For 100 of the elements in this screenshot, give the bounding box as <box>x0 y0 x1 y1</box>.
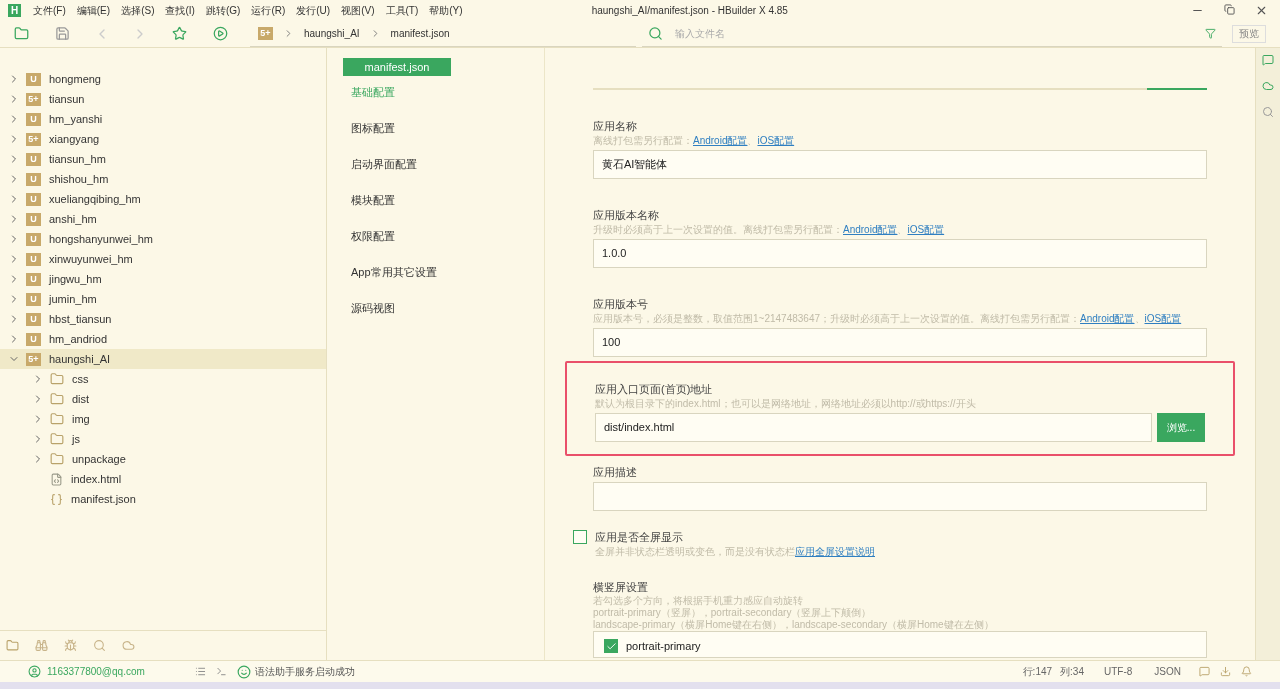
checkbox[interactable] <box>604 639 618 653</box>
tree-item[interactable]: U hbst_tiansun <box>0 309 326 329</box>
field-label: 应用描述 <box>593 465 638 480</box>
field-label: 应用名称 <box>593 119 638 134</box>
language-label[interactable]: JSON <box>1154 664 1181 679</box>
cloud-icon[interactable] <box>1262 80 1274 92</box>
section-link[interactable]: 权限配置 <box>351 228 544 245</box>
smile-icon <box>236 664 251 679</box>
tree-item[interactable]: index.html <box>0 469 326 489</box>
code-file-icon <box>50 472 63 486</box>
section-link[interactable]: 模块配置 <box>351 192 544 209</box>
app-logo: H <box>8 3 21 17</box>
project-badge: 5+ <box>26 92 41 106</box>
menu-item[interactable]: 视图(V) <box>341 2 375 18</box>
input-field[interactable]: 1.0.0 <box>593 239 1207 268</box>
section-link[interactable]: App常用其它设置 <box>351 264 544 281</box>
tree-item[interactable]: U jumin_hm <box>0 289 326 309</box>
list-icon[interactable] <box>194 666 206 677</box>
input-field[interactable]: 黄石AI智能体 <box>593 150 1207 179</box>
filter-icon[interactable] <box>1205 27 1216 39</box>
checkbox[interactable] <box>573 530 587 544</box>
save-icon[interactable] <box>55 26 70 41</box>
tree-item[interactable]: 5+ xiangyang <box>0 129 326 149</box>
project-badge: U <box>26 152 41 166</box>
tree-item[interactable]: unpackage <box>0 449 326 469</box>
window-title: haungshi_AI/manifest.json - HBuilder X 4.85 <box>591 3 788 18</box>
input-field[interactable]: dist/index.html <box>595 413 1152 442</box>
project-badge: 5+ <box>258 26 273 40</box>
project-badge: 5+ <box>26 352 41 366</box>
link[interactable]: Android配置 <box>843 224 898 235</box>
tree-item[interactable]: manifest.json <box>0 489 326 509</box>
cursor-column: 列:34 <box>1060 664 1084 679</box>
binoculars-icon[interactable] <box>35 639 48 652</box>
menu-item[interactable]: 运行(R) <box>251 2 286 18</box>
folder-icon <box>50 452 64 466</box>
status-message: 语法助手服务启动成功 <box>254 665 355 679</box>
account-icon[interactable] <box>28 665 41 678</box>
tree-item[interactable]: U anshi_hm <box>0 209 326 229</box>
preview-button[interactable]: 预览 <box>1232 24 1266 43</box>
menu-item[interactable]: 文件(F) <box>33 2 66 18</box>
section-link[interactable]: 启动界面配置 <box>351 156 544 173</box>
field-label: 横竖屏设置 <box>593 580 649 595</box>
file-search-field[interactable]: 输入文件名 <box>675 25 1205 41</box>
search-icon[interactable] <box>1262 106 1274 118</box>
tree-item[interactable]: js <box>0 429 326 449</box>
link[interactable]: iOS配置 <box>1144 313 1182 324</box>
cloud-icon[interactable] <box>122 639 135 652</box>
menu-item[interactable]: 编辑(E) <box>76 2 111 18</box>
file-search-icon <box>648 25 663 41</box>
tree-item[interactable]: U shishou_hm <box>0 169 326 189</box>
tree-item[interactable]: U tiansun_hm <box>0 149 326 169</box>
menu-item[interactable]: 发行(U) <box>296 2 331 18</box>
project-badge: U <box>26 172 41 186</box>
folder-tab-icon[interactable] <box>6 639 19 652</box>
folder-icon <box>50 392 64 406</box>
tree-item[interactable]: 5+ haungshi_AI <box>0 349 326 369</box>
run-icon[interactable] <box>213 26 228 41</box>
encoding-label[interactable]: UTF-8 <box>1104 664 1133 679</box>
folder-icon <box>50 432 64 446</box>
menu-item[interactable]: 跳转(G) <box>205 2 241 18</box>
chat-icon[interactable] <box>1262 54 1274 66</box>
field-label: 应用版本名称 <box>593 208 660 223</box>
link[interactable]: 应用全屏设置说明 <box>795 546 875 557</box>
link[interactable]: iOS配置 <box>907 224 945 235</box>
section-link[interactable]: 图标配置 <box>351 120 544 137</box>
tree-item[interactable]: 5+ tiansun <box>0 89 326 109</box>
menu-item[interactable]: 查找(I) <box>165 2 195 18</box>
project-badge: U <box>26 252 41 266</box>
maximize-icon[interactable] <box>1224 3 1235 15</box>
tree-item[interactable]: U hongmeng <box>0 69 326 89</box>
input-field[interactable]: 100 <box>593 328 1207 357</box>
menu-item[interactable]: 选择(S) <box>121 2 155 18</box>
project-badge: 5+ <box>26 132 41 146</box>
tree-item[interactable]: dist <box>0 389 326 409</box>
tree-item[interactable]: U hm_andriod <box>0 329 326 349</box>
input-field[interactable] <box>593 482 1207 511</box>
tree-item[interactable]: U xueliangqibing_hm <box>0 189 326 209</box>
breadcrumb-item[interactable]: haungshi_AI <box>304 25 360 41</box>
bell-icon[interactable] <box>1241 666 1252 677</box>
chat-icon[interactable] <box>1199 666 1210 677</box>
link[interactable]: Android配置 <box>1080 313 1135 324</box>
project-badge: U <box>26 292 41 306</box>
tree-item[interactable]: img <box>0 409 326 429</box>
menu-item[interactable]: 帮助(Y) <box>429 2 463 18</box>
search-icon[interactable] <box>93 639 106 652</box>
menu-item[interactable]: 工具(T) <box>385 2 419 18</box>
bug-icon[interactable] <box>64 639 77 652</box>
terminal-icon[interactable] <box>215 666 227 677</box>
tree-item[interactable]: U jingwu_hm <box>0 269 326 289</box>
link[interactable]: iOS配置 <box>757 135 795 146</box>
field-label: 应用是否全屏显示 <box>595 530 683 545</box>
section-link[interactable]: 源码视图 <box>351 300 544 317</box>
link[interactable]: Android配置 <box>693 135 748 146</box>
star-icon[interactable] <box>172 26 187 41</box>
breadcrumb-item[interactable]: manifest.json <box>390 25 450 41</box>
tree-item[interactable]: U hongshanyunwei_hm <box>0 229 326 249</box>
tree-item[interactable]: U xinwuyunwei_hm <box>0 249 326 269</box>
download-icon[interactable] <box>1220 666 1231 677</box>
tree-item[interactable]: css <box>0 369 326 389</box>
tree-item[interactable]: U hm_yanshi <box>0 109 326 129</box>
